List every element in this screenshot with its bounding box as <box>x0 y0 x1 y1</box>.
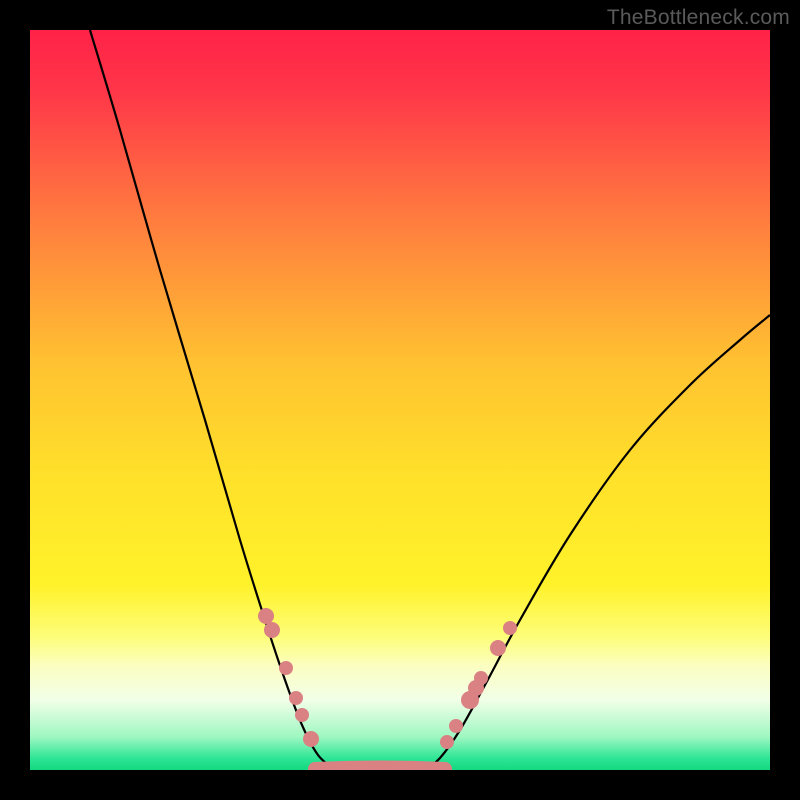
chart-frame <box>30 30 770 770</box>
data-dot <box>449 719 463 733</box>
data-dot <box>503 621 517 635</box>
data-dot <box>303 731 319 747</box>
watermark-text: TheBottleneck.com <box>607 6 790 30</box>
data-dot <box>474 671 488 685</box>
data-dot <box>264 622 280 638</box>
curve-layer <box>30 30 770 770</box>
data-dot <box>440 735 454 749</box>
data-dot <box>295 708 309 722</box>
data-dot <box>279 661 293 675</box>
floor-band <box>315 768 445 770</box>
data-dot <box>490 640 506 656</box>
chart-stage: TheBottleneck.com <box>0 0 800 800</box>
data-dots <box>258 608 517 749</box>
data-dot <box>258 608 274 624</box>
bottleneck-curves <box>90 30 770 770</box>
data-dot <box>289 691 303 705</box>
left-curve <box>90 30 335 770</box>
